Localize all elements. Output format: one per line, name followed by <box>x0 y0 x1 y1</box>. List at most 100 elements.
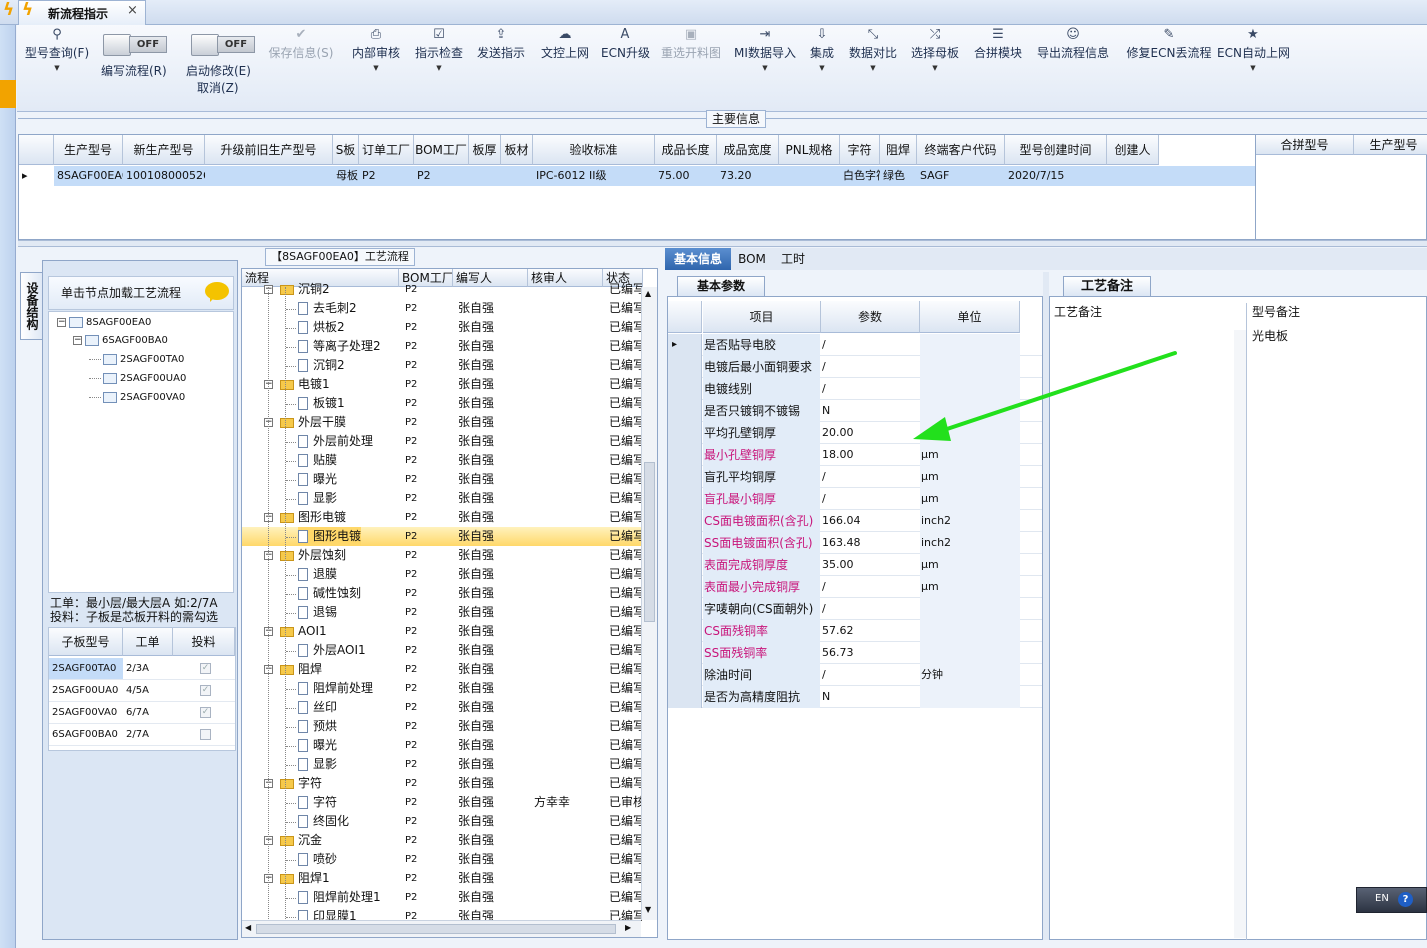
param-unit[interactable] <box>920 686 1020 708</box>
feed-checkbox[interactable] <box>200 728 211 740</box>
chevron-down-icon[interactable]: ▼ <box>847 61 899 75</box>
column-header[interactable]: BOM工厂 <box>414 135 469 165</box>
param-col-header[interactable]: 单位 <box>920 301 1020 333</box>
column-header[interactable]: 板材 <box>501 135 533 165</box>
main-cell[interactable] <box>779 166 840 186</box>
param-row[interactable]: CS面残铜率 57.62 <box>668 620 1042 642</box>
param-unit[interactable] <box>920 620 1020 642</box>
scroll-right-icon[interactable]: ▶ <box>625 923 631 932</box>
horizontal-splitter[interactable] <box>18 240 1427 247</box>
sub-model-cell[interactable]: 6SAGF00BA0 <box>49 724 123 746</box>
model-remark-value[interactable]: 光电板 <box>1252 327 1288 344</box>
main-cell[interactable] <box>205 166 333 186</box>
ecn-upgrade-button[interactable]: A ECN升级 <box>601 25 650 110</box>
flow-row[interactable]: − 沉铜2 P2 已编写 <box>242 280 642 299</box>
param-value[interactable]: / <box>821 598 919 620</box>
param-value[interactable]: / <box>821 488 919 510</box>
flow-row[interactable]: 贴膜 P2 张自强 已编写 <box>242 451 642 470</box>
chevron-down-icon[interactable]: ▼ <box>21 61 93 75</box>
column-header[interactable]: 创建人 <box>1107 135 1159 165</box>
param-unit[interactable]: μm <box>920 554 1020 576</box>
param-col-header[interactable]: 项目 <box>703 301 821 333</box>
internal-review-button[interactable]: ⎙ 内部审核 ▼ <box>350 25 402 110</box>
flow-row[interactable]: 丝印 P2 张自强 已编写 <box>242 698 642 717</box>
process-remarks-tab[interactable]: 工艺备注 <box>1063 276 1151 296</box>
flow-row[interactable]: 碱性蚀刻 P2 张自强 已编写 <box>242 584 642 603</box>
flow-row[interactable]: − 图形电镀 P2 张自强 已编写 <box>242 508 642 527</box>
flow-row[interactable]: − 字符 P2 张自强 已编写 <box>242 774 642 793</box>
column-header[interactable]: 订单工厂 <box>359 135 414 165</box>
basic-params-tab[interactable]: 基本参数 <box>677 276 765 296</box>
data-compare-button[interactable]: ⤡ 数据对比 ▼ <box>847 25 899 110</box>
flow-row[interactable]: 图形电镀 P2 张自强 已编写 <box>242 527 642 546</box>
sub-model-cell[interactable]: 2SAGF00VA0 <box>49 702 123 724</box>
flow-row[interactable]: 外层AOI1 P2 张自强 已编写 <box>242 641 642 660</box>
scroll-thumb[interactable] <box>256 924 616 934</box>
flow-row[interactable]: 板镀1 P2 张自强 已编写 <box>242 394 642 413</box>
param-value[interactable]: / <box>821 664 919 686</box>
main-cell[interactable]: 母板 <box>333 166 359 186</box>
scroll-up-icon[interactable]: ▲ <box>645 289 651 298</box>
main-cell[interactable] <box>501 166 533 186</box>
main-cell[interactable] <box>1107 166 1159 186</box>
sub-feed-cell[interactable]: ✓ <box>173 702 235 724</box>
param-row[interactable]: 字唛朝向(CS面朝外) / <box>668 598 1042 620</box>
right-tab[interactable]: 基本信息 <box>665 248 731 270</box>
chevron-down-icon[interactable]: ▼ <box>909 61 961 75</box>
flow-row[interactable]: 显影 P2 张自强 已编写 <box>242 755 642 774</box>
feed-checkbox[interactable]: ✓ <box>200 684 211 696</box>
column-header[interactable]: 阻焊 <box>880 135 917 165</box>
sub-col-header[interactable]: 子板型号 <box>49 628 123 656</box>
flow-row[interactable]: 字符 P2 张自强 方幸幸 已审核 <box>242 793 642 812</box>
main-cell[interactable]: 绿色 <box>880 166 917 186</box>
main-cell[interactable]: P2 <box>359 166 414 186</box>
flow-row[interactable]: 退膜 P2 张自强 已编写 <box>242 565 642 584</box>
param-value[interactable]: 56.73 <box>821 642 919 664</box>
sub-order-cell[interactable]: 6/7A <box>123 702 173 724</box>
left-dock-strip[interactable] <box>0 25 16 948</box>
param-col-header[interactable]: 参数 <box>821 301 920 333</box>
chevron-down-icon[interactable]: ▼ <box>731 61 799 75</box>
flow-row[interactable]: − 电镀1 P2 张自强 已编写 <box>242 375 642 394</box>
flow-row[interactable]: 预烘 P2 张自强 已编写 <box>242 717 642 736</box>
sub-model-cell[interactable]: 2SAGF00UA0 <box>49 680 123 702</box>
param-row[interactable]: 表面最小完成铜厚 / μm <box>668 576 1042 598</box>
flow-row[interactable]: 曝光 P2 张自强 已编写 <box>242 470 642 489</box>
param-row[interactable]: CS面电镀面积(含孔) 166.04 inch2 <box>668 510 1042 532</box>
doc-upload-button[interactable]: ☁ 文控上网 <box>538 25 592 110</box>
fix-ecn-button[interactable]: ✎ 修复ECN丢流程 <box>1123 25 1215 110</box>
param-value[interactable]: 163.48 <box>821 532 919 554</box>
column-header[interactable]: 型号创建时间 <box>1005 135 1107 165</box>
remark-scrollbar[interactable] <box>1234 330 1246 938</box>
flow-vertical-scrollbar[interactable]: ▲ ▼ <box>641 287 657 920</box>
flow-row[interactable]: − 外层蚀刻 P2 张自强 已编写 <box>242 546 642 565</box>
cancel-label[interactable]: 取消(Z) <box>197 79 239 96</box>
feed-checkbox[interactable]: ✓ <box>200 706 211 718</box>
expand-icon[interactable]: − <box>57 317 66 327</box>
column-header[interactable]: 生产型号 <box>54 135 123 165</box>
flow-row[interactable]: 阻焊前处理 P2 张自强 已编写 <box>242 679 642 698</box>
flow-row[interactable]: 去毛刺2 P2 张自强 已编写 <box>242 299 642 318</box>
column-header[interactable]: 验收标准 <box>533 135 655 165</box>
main-cell[interactable]: 75.00 <box>655 166 717 186</box>
merge-col-header[interactable]: 生产型号 <box>1354 135 1427 155</box>
scroll-thumb[interactable] <box>644 462 655 622</box>
param-unit[interactable]: μm <box>920 466 1020 488</box>
merge-module-button[interactable]: ☰ 合拼模块 <box>972 25 1024 110</box>
flow-row[interactable]: 退锡 P2 张自强 已编写 <box>242 603 642 622</box>
document-tab[interactable]: ϟ 新流程指示 × <box>18 0 146 25</box>
flow-row[interactable]: 阻焊前处理1 P2 张自强 已编写 <box>242 888 642 907</box>
param-unit[interactable]: inch2 <box>920 510 1020 532</box>
main-cell[interactable]: 10010800052646 <box>123 166 205 186</box>
send-instruction-button[interactable]: ⇪ 发送指示 <box>474 25 528 110</box>
column-header[interactable]: 板厚 <box>469 135 501 165</box>
tree-node[interactable]: 2SAGF00VA0 <box>89 390 185 406</box>
param-row[interactable]: 除油时间 / 分钟 <box>668 664 1042 686</box>
param-unit[interactable] <box>920 642 1020 664</box>
start-edit-toggle[interactable]: OFF <box>191 34 257 56</box>
column-header[interactable]: S板 <box>333 135 359 165</box>
right-tab[interactable]: BOM <box>731 248 773 270</box>
language-code[interactable]: EN <box>1375 893 1389 904</box>
sub-col-header[interactable]: 投料 <box>173 628 235 656</box>
main-cell[interactable] <box>469 166 501 186</box>
